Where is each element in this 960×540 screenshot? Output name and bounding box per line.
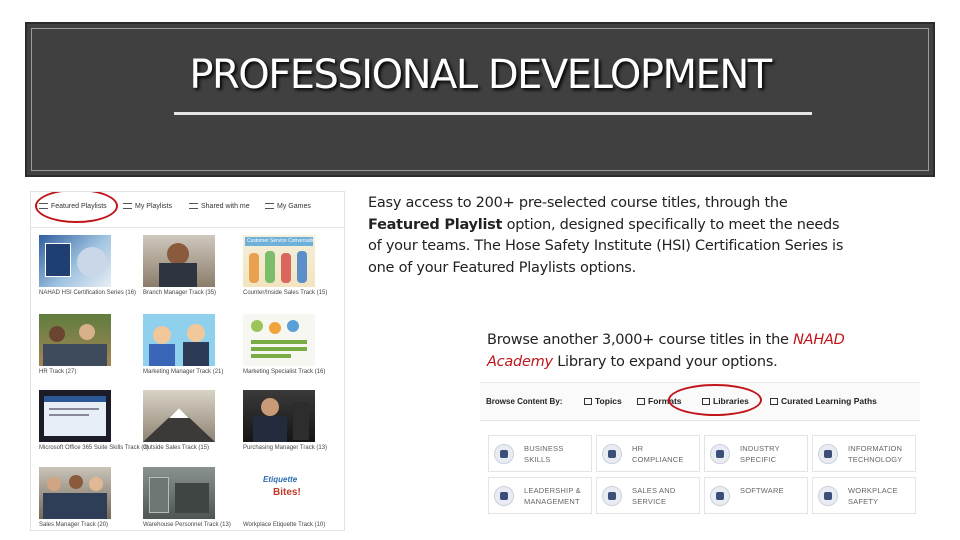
- library-screenshot: Browse Content By: Topics Formats Librar…: [480, 382, 920, 516]
- etiquette-logo-text: Etiquette: [263, 475, 298, 484]
- sales-service-icon: [602, 486, 622, 506]
- tab-shared-with-me[interactable]: Shared with me: [189, 203, 250, 210]
- playlist-tile[interactable]: Marketing Specialist Track (16): [243, 314, 326, 376]
- tile-caption: NAHAD HSI Certification Series (16): [39, 290, 137, 296]
- tile-caption: Purchasing Manager Track (13): [243, 445, 328, 451]
- hsi-certification-thumbnail: [39, 235, 111, 287]
- inside-sales-banner: Customer Service Conversations: [245, 237, 313, 246]
- hr-track-thumbnail: [39, 314, 111, 366]
- tab-my-games[interactable]: My Games: [265, 203, 311, 210]
- warehouse-personnel-thumbnail: [143, 467, 215, 519]
- business-skills-icon: [494, 444, 514, 464]
- office-365-thumbnail: [39, 390, 111, 442]
- tile-caption: Microsoft Office 365 Suite Skills Track …: [39, 445, 149, 451]
- workplace-safety-icon: [818, 486, 838, 506]
- category-sales-service[interactable]: SALES AND SERVICE: [596, 477, 700, 514]
- page-title: PROFESSIONAL DEVELOPMENT: [189, 52, 772, 98]
- list-icon: [189, 203, 198, 210]
- category-industry-specific[interactable]: INDUSTRY SPECIFIC: [704, 435, 808, 472]
- tile-caption: Branch Manager Track (35): [143, 290, 217, 296]
- featured-playlist-description: Easy access to 200+ pre-selected course …: [368, 195, 844, 276]
- playlist-tile[interactable]: Customer Service Conversations Counter/I…: [243, 235, 328, 297]
- playlist-tile[interactable]: Marketing Manager Track (21): [143, 314, 224, 376]
- purchasing-manager-thumbnail: [243, 390, 315, 442]
- inside-sales-thumbnail: Customer Service Conversations: [243, 235, 315, 287]
- playlist-tile[interactable]: Warehouse Personnel Track (13): [143, 467, 231, 529]
- workplace-etiquette-thumbnail: Etiquette Bites!: [243, 467, 315, 519]
- marketing-manager-thumbnail: [143, 314, 215, 366]
- tile-caption: HR Track (27): [39, 369, 77, 375]
- playlist-tile[interactable]: Outside Sales Track (15): [143, 390, 215, 452]
- marketing-specialist-thumbnail: [243, 314, 315, 366]
- tile-caption: Counter/Inside Sales Track (15): [243, 290, 328, 296]
- topics-icon: [584, 398, 592, 405]
- tile-caption: Workplace Etiquette Track (10): [243, 522, 326, 528]
- header-banner: PROFESSIONAL DEVELOPMENT: [25, 22, 935, 177]
- playlist-tile[interactable]: Sales Manager Track (20): [39, 467, 111, 529]
- tile-caption: Warehouse Personnel Track (13): [143, 522, 231, 528]
- information-technology-icon: [818, 444, 838, 464]
- playlist-tile[interactable]: Purchasing Manager Track (13): [243, 390, 328, 452]
- header-inner-border: [31, 28, 929, 171]
- playlist-tabs: Featured Playlists My Playlists Shared w…: [31, 192, 344, 228]
- curated-paths-icon: [770, 398, 778, 405]
- tab-my-playlists[interactable]: My Playlists: [123, 203, 172, 210]
- software-icon: [710, 486, 730, 506]
- playlist-tile[interactable]: HR Track (27): [39, 314, 111, 376]
- list-icon: [123, 203, 132, 210]
- outside-sales-thumbnail: [143, 390, 215, 442]
- title-underline: [174, 112, 812, 115]
- playlist-tile[interactable]: Microsoft Office 365 Suite Skills Track …: [39, 390, 149, 452]
- tile-caption: Marketing Manager Track (21): [143, 369, 224, 375]
- category-hr-compliance[interactable]: HR COMPLIANCE: [596, 435, 700, 472]
- tab-topics[interactable]: Topics: [584, 396, 622, 406]
- list-icon: [265, 203, 274, 210]
- tile-caption: Sales Manager Track (20): [39, 522, 109, 528]
- category-information-technology[interactable]: INFORMATION TECHNOLOGY: [812, 435, 916, 472]
- hr-compliance-icon: [602, 444, 622, 464]
- category-software[interactable]: SOFTWARE: [704, 477, 808, 514]
- playlist-tile[interactable]: Branch Manager Track (35): [143, 235, 217, 297]
- browse-label: Browse Content By:: [486, 397, 563, 406]
- category-leadership-management[interactable]: LEADERSHIP & MANAGEMENT: [488, 477, 592, 514]
- branch-manager-thumbnail: [143, 235, 215, 287]
- formats-icon: [637, 398, 645, 405]
- featured-playlist-emphasis: Featured Playlist: [368, 216, 503, 233]
- bites-logo-text: Bites!: [273, 487, 301, 498]
- sales-manager-thumbnail: [39, 467, 111, 519]
- libraries-highlight-oval: [668, 384, 762, 416]
- tile-caption: Outside Sales Track (15): [143, 445, 210, 451]
- tile-caption: Marketing Specialist Track (16): [243, 369, 326, 375]
- category-business-skills[interactable]: BUSINESS SKILLS: [488, 435, 592, 472]
- browse-bar: Browse Content By: Topics Formats Librar…: [480, 383, 920, 421]
- featured-highlight-oval: [35, 192, 118, 223]
- tab-curated-learning-paths[interactable]: Curated Learning Paths: [770, 396, 877, 406]
- playlist-tile[interactable]: NAHAD HSI Certification Series (16): [39, 235, 137, 297]
- leadership-management-icon: [494, 486, 514, 506]
- library-description: Browse another 3,000+ course titles in t…: [487, 332, 845, 370]
- playlists-screenshot: Featured Playlists My Playlists Shared w…: [30, 191, 345, 531]
- category-workplace-safety[interactable]: WORKPLACE SAFETY: [812, 477, 916, 514]
- industry-specific-icon: [710, 444, 730, 464]
- playlist-tile[interactable]: Etiquette Bites! Workplace Etiquette Tra…: [243, 467, 326, 529]
